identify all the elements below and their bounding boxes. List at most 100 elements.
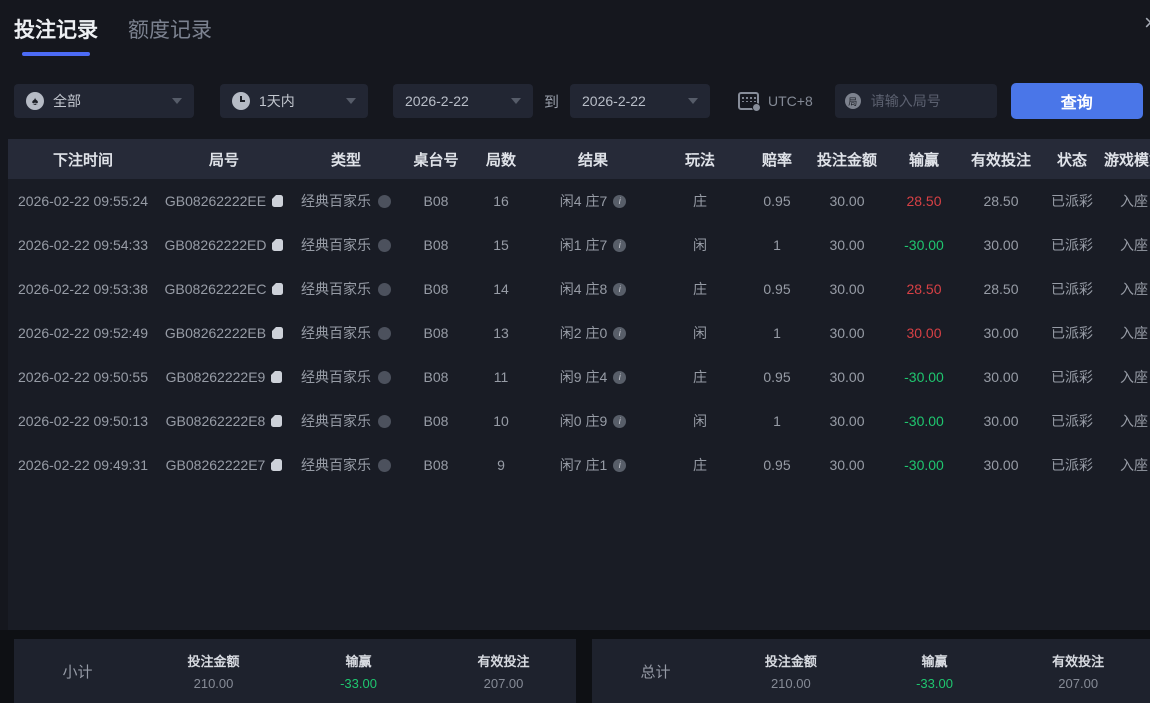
cell-valid-bet: 28.50 xyxy=(983,281,1019,297)
cell-play: 庄 xyxy=(693,457,707,473)
cell-odds: 0.95 xyxy=(763,369,791,385)
cell-win-loss: 28.50 xyxy=(906,193,942,209)
cell-round-no: 10 xyxy=(493,413,509,429)
cell-result: 闲4 庄7 xyxy=(532,191,654,211)
cell-play: 庄 xyxy=(693,193,707,209)
cell-round-no: 13 xyxy=(493,325,509,341)
spade-icon: ♠ xyxy=(26,92,44,110)
cell-result: 闲0 庄9 xyxy=(532,411,654,431)
cell-table-no: B08 xyxy=(423,413,449,429)
info-icon[interactable] xyxy=(613,414,627,428)
cell-bet-amount: 30.00 xyxy=(829,281,865,297)
copy-icon[interactable] xyxy=(272,239,284,251)
total-valid-bet: 有效投注 207.00 xyxy=(1052,654,1105,691)
cell-result: 闲7 庄1 xyxy=(532,455,654,475)
round-search-input[interactable] xyxy=(868,92,987,110)
cell-bet-time: 2026-02-22 09:54:33 xyxy=(18,237,148,253)
copy-icon[interactable] xyxy=(271,371,283,383)
time-range-select[interactable]: 1天内 xyxy=(220,84,368,118)
date-to-select[interactable]: 2026-2-22 xyxy=(570,84,711,118)
close-icon[interactable]: × xyxy=(1144,12,1150,34)
calendar-clock-icon xyxy=(738,92,762,112)
cell-bet-amount: 30.00 xyxy=(829,413,865,429)
copy-icon[interactable] xyxy=(272,327,284,339)
subtotal-valid-bet: 有效投注 207.00 xyxy=(477,654,530,691)
info-icon[interactable] xyxy=(613,458,627,472)
tab-quota-records[interactable]: 额度记录 xyxy=(128,18,212,44)
info-icon[interactable] xyxy=(613,326,627,340)
cell-game-type: 经典百家乐 xyxy=(290,455,402,475)
table-row: 2026-02-22 09:49:31 GB08262222E7 经典百家乐 B08 9… xyxy=(8,443,1150,487)
subtotal-panel: 小计 投注金额 210.00 输赢 -33.00 有效投注 207.00 xyxy=(14,639,576,703)
total-win-loss: 输赢 -33.00 xyxy=(916,654,953,691)
table-header-row: 下注时间 局号 类型 桌台号 局数 结果 玩法 赔率 投注金额 输赢 有效投注 状态游戏模式 xyxy=(8,139,1150,179)
cell-result: 闲1 庄7 xyxy=(532,235,654,255)
table-row: 2026-02-22 09:52:49 GB08262222EB 经典百家乐 B08 1… xyxy=(8,311,1150,355)
cell-valid-bet: 30.00 xyxy=(983,369,1019,385)
query-button[interactable]: 查询 xyxy=(1010,83,1143,119)
col-header-round-id: 局号 xyxy=(208,151,239,169)
cell-play: 庄 xyxy=(693,281,707,297)
cell-game-mode: 入座 xyxy=(1120,237,1148,253)
subtotal-bet-amount: 投注金额 210.00 xyxy=(187,654,240,691)
round-search-box[interactable]: 局 xyxy=(834,84,997,118)
cell-play: 闲 xyxy=(693,413,707,429)
cell-bet-time: 2026-02-22 09:52:49 xyxy=(18,325,148,341)
cell-play: 闲 xyxy=(693,237,707,253)
cell-odds: 1 xyxy=(773,237,781,253)
cell-game-type: 经典百家乐 xyxy=(290,323,402,343)
cell-bet-amount: 30.00 xyxy=(829,457,865,473)
table-row: 2026-02-22 09:50:55 GB08262222E9 经典百家乐 B08 1… xyxy=(8,355,1150,399)
time-range-value: 1天内 xyxy=(259,93,295,109)
cell-bet-time: 2026-02-22 09:53:38 xyxy=(18,281,148,297)
col-header-valid-bet: 有效投注 xyxy=(970,151,1031,169)
col-header-win-loss: 输赢 xyxy=(908,151,939,169)
cell-result: 闲4 庄8 xyxy=(532,279,654,299)
cell-status: 已派彩 xyxy=(1051,413,1093,429)
cell-game-mode: 入座 xyxy=(1120,281,1148,297)
cell-valid-bet: 28.50 xyxy=(983,193,1019,209)
col-header-game-type: 类型 xyxy=(330,151,361,169)
info-icon[interactable] xyxy=(613,282,627,296)
table-row: 2026-02-22 09:50:13 GB08262222E8 经典百家乐 B08 1… xyxy=(8,399,1150,443)
tab-betting-records[interactable]: 投注记录 xyxy=(14,18,98,56)
info-icon[interactable] xyxy=(613,194,627,208)
cell-game-type: 经典百家乐 xyxy=(290,235,402,255)
total-label: 总计 xyxy=(640,663,671,681)
col-header-play: 玩法 xyxy=(684,151,715,169)
active-tab-underline xyxy=(21,52,91,56)
cell-bet-time: 2026-02-22 09:50:55 xyxy=(18,369,148,385)
cell-status: 已派彩 xyxy=(1051,193,1093,209)
cell-round-no: 14 xyxy=(493,281,509,297)
table-row: 2026-02-22 09:55:24 GB08262222EE 经典百家乐 B08 1… xyxy=(8,179,1150,223)
col-header-table-no: 桌台号 xyxy=(413,151,459,169)
cell-odds: 1 xyxy=(773,413,781,429)
info-icon[interactable] xyxy=(613,238,627,252)
cell-bet-time: 2026-02-22 09:50:13 xyxy=(18,413,148,429)
cell-round-id: GB08262222E7 xyxy=(158,457,290,473)
timezone-label: UTC+8 xyxy=(768,93,813,109)
copy-icon[interactable] xyxy=(271,415,283,427)
bet-records-table: 下注时间 局号 类型 桌台号 局数 结果 玩法 赔率 投注金额 输赢 有效投注 状态游戏模式 2026… xyxy=(8,139,1150,633)
filter-bar: ♠ 全部 1天内 2026-2-22 到 2026-2-22 UTC+8 局 查… xyxy=(14,83,1150,119)
info-icon[interactable] xyxy=(613,370,627,384)
copy-icon[interactable] xyxy=(272,283,284,295)
table-body: 2026-02-22 09:55:24 GB08262222EE 经典百家乐 B08 1… xyxy=(8,179,1150,633)
cell-win-loss: -30.00 xyxy=(904,237,944,253)
cell-round-id: GB08262222ED xyxy=(158,237,290,253)
copy-icon[interactable] xyxy=(272,195,284,207)
tab-betting-records-label: 投注记录 xyxy=(14,19,98,42)
cell-table-no: B08 xyxy=(423,325,449,341)
game-type-select[interactable]: ♠ 全部 xyxy=(14,84,194,118)
cell-game-mode: 入座 xyxy=(1120,325,1148,341)
cell-odds: 0.95 xyxy=(763,281,791,297)
chevron-down-icon xyxy=(346,98,356,104)
col-header-round-no: 局数 xyxy=(485,151,516,169)
cell-game-mode: 入座 xyxy=(1120,369,1148,385)
col-header-status: 状态 xyxy=(1056,151,1087,169)
date-from-select[interactable]: 2026-2-22 xyxy=(393,84,533,118)
subtotal-label: 小计 xyxy=(62,663,93,681)
copy-icon[interactable] xyxy=(271,459,283,471)
cell-bet-time: 2026-02-22 09:55:24 xyxy=(18,193,148,209)
col-header-odds: 赔率 xyxy=(761,151,792,169)
